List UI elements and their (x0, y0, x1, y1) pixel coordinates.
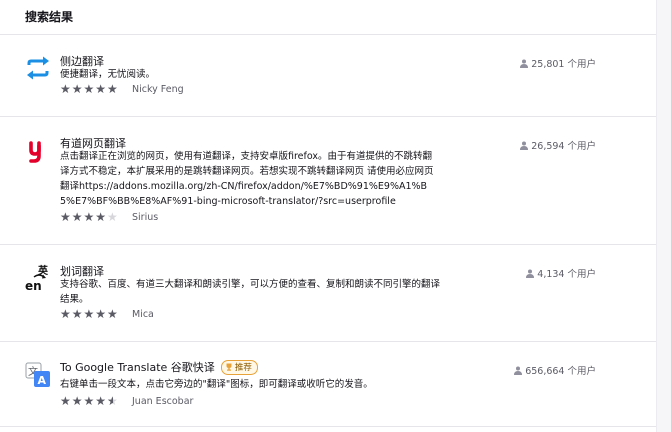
trophy-icon (226, 363, 232, 371)
svg-text:A: A (38, 374, 47, 387)
search-results-page: 搜索结果 侧边翻译 便捷翻译，无忧阅读。 ★★★★★ ★★★★★ Nicky F… (0, 0, 671, 432)
result-item-word-translate[interactable]: 英 en 划词翻译 支持谷歌、百度、有道三大翻译和朗读引擎，可以方便的查看、复制… (0, 245, 656, 342)
user-icon (520, 59, 529, 68)
svg-text:en: en (25, 279, 42, 293)
page-title: 搜索结果 (25, 10, 74, 24)
result-item-sidebar-translate[interactable]: 侧边翻译 便捷翻译，无忧阅读。 ★★★★★ ★★★★★ Nicky Feng 2… (0, 35, 656, 117)
extension-description: 便捷翻译，无忧阅读。 (60, 69, 156, 80)
en-translate-icon: 英 en (24, 263, 52, 293)
rating: ★★★★★ ★★★★★ Juan Escobar (60, 395, 193, 407)
author-name[interactable]: Sirius (132, 212, 158, 223)
recommended-badge[interactable]: 推荐 (220, 359, 258, 375)
extension-name[interactable]: To Google Translate 谷歌快译 (60, 359, 215, 375)
author-name[interactable]: Mica (132, 309, 154, 320)
extension-name-wrap: To Google Translate 谷歌快译 推荐 (60, 359, 258, 375)
user-count: 4,134 个用户 (526, 266, 596, 280)
results-header: 搜索结果 (0, 0, 656, 35)
scrollbar-track[interactable] (656, 0, 671, 432)
user-icon (520, 141, 529, 150)
star-rating: ★★★★★ ★★★★★ (60, 394, 119, 408)
extension-description: 支持谷歌、百度、有道三大翻译和朗读引擎，可以方便的查看、复制和朗读不同引擎的翻译… (60, 279, 441, 305)
user-count-text: 4,134 个用户 (537, 269, 596, 280)
author-name[interactable]: Nicky Feng (132, 84, 184, 95)
sync-arrows-icon (24, 54, 52, 82)
user-count: 26,594 个用户 (520, 138, 596, 152)
user-icon (526, 269, 535, 278)
user-count-text: 25,801 个用户 (531, 59, 596, 70)
badge-label: 推荐 (234, 363, 252, 373)
star-rating: ★★★★★ ★★★★★ (60, 307, 119, 321)
youdao-y-icon (24, 137, 52, 165)
user-count: 656,664 个用户 (514, 363, 596, 377)
author-name[interactable]: Juan Escobar (132, 396, 193, 407)
star-rating: ★★★★★ ★★★★★ (60, 210, 119, 224)
rating: ★★★★★ ★★★★★ Mica (60, 308, 154, 320)
user-count-text: 656,664 个用户 (525, 366, 596, 377)
user-icon (514, 366, 523, 375)
star-rating: ★★★★★ ★★★★★ (60, 82, 119, 96)
user-count: 25,801 个用户 (520, 56, 596, 70)
extension-description: 右键单击一段文本，点击它旁边的"翻译"图标，即可翻译或收听它的发音。 (60, 379, 373, 390)
rating: ★★★★★ ★★★★★ Nicky Feng (60, 83, 184, 95)
extension-description: 点击翻译正在浏览的网页，使用有道翻译，支持安卓版firefox。由于有道提供的不… (60, 151, 434, 207)
rating: ★★★★★ ★★★★★ Sirius (60, 211, 158, 223)
google-translate-icon: 文 A (24, 361, 52, 389)
result-item-youdao-translate[interactable]: 有道网页翻译 点击翻译正在浏览的网页，使用有道翻译，支持安卓版firefox。由… (0, 117, 656, 245)
result-item-google-translate[interactable]: 文 A To Google Translate 谷歌快译 推荐 右键单击一段文本… (0, 342, 656, 427)
user-count-text: 26,594 个用户 (531, 141, 596, 152)
